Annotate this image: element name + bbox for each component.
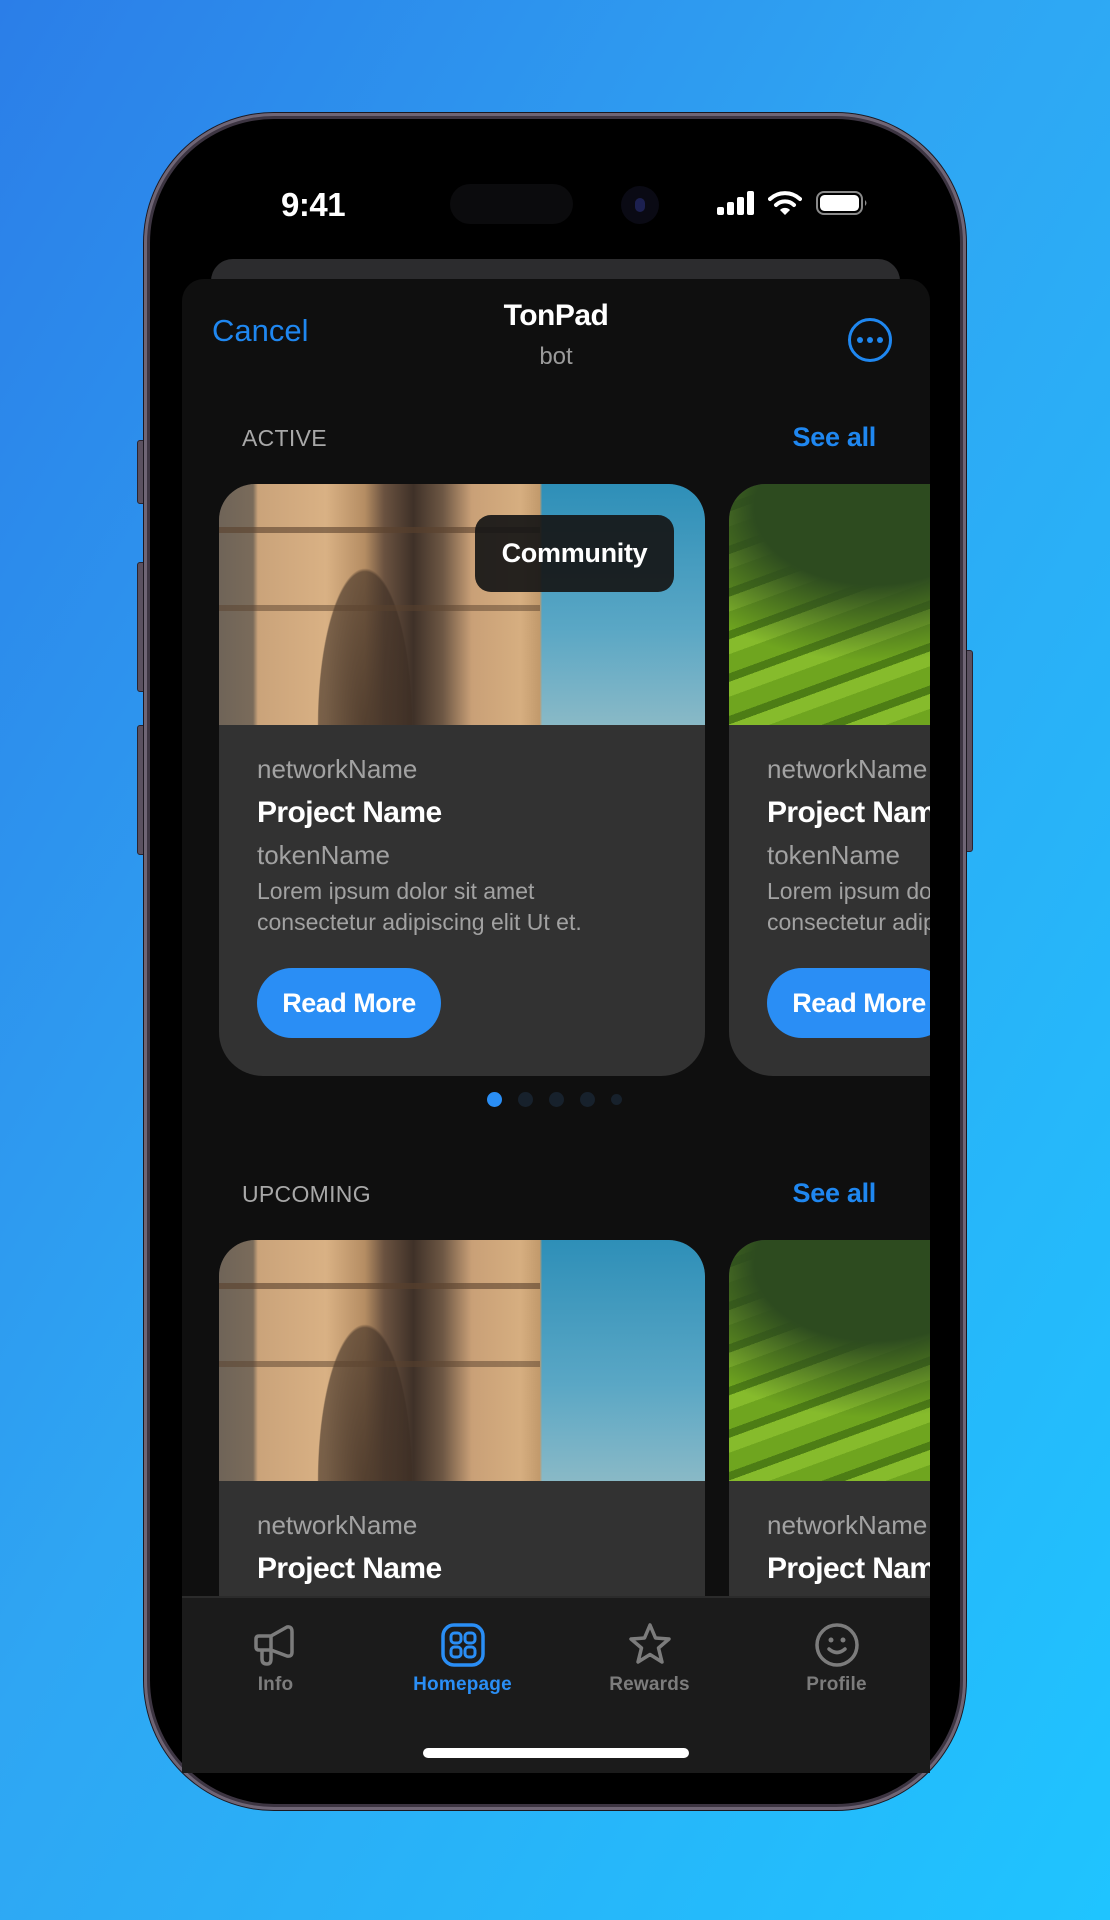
page-dot-2[interactable] (518, 1092, 533, 1107)
read-more-button[interactable]: Read More (257, 968, 441, 1038)
tab-homepage[interactable]: Homepage (369, 1598, 556, 1708)
tab-label: Homepage (413, 1674, 512, 1695)
project-name: Project Name (767, 796, 930, 829)
megaphone-icon (253, 1625, 294, 1666)
ellipsis-dot (877, 337, 883, 343)
network-name: networkName (257, 754, 418, 784)
project-card[interactable]: networkName Project Name tokenName Lorem… (729, 484, 930, 1076)
arc-de-triomphe-photo (219, 1240, 705, 1481)
project-name: Project Name (767, 1552, 930, 1585)
tab-label: Info (257, 1674, 294, 1695)
app-title: TonPad (503, 299, 609, 332)
network-name: networkName (767, 754, 928, 784)
description-line: Lorem ipsum dolor sit amet (767, 878, 930, 904)
camera-icon (621, 186, 659, 224)
see-all-upcoming-button[interactable]: See all (793, 1178, 877, 1209)
page-dot-1[interactable] (487, 1092, 502, 1107)
rice-terraces-photo (729, 484, 930, 725)
tab-rewards[interactable]: Rewards (556, 1598, 743, 1708)
page-dot-4[interactable] (580, 1092, 595, 1107)
tab-label: Rewards (609, 1674, 690, 1695)
tab-bar: Info Homepage Rewards Profile (182, 1596, 930, 1773)
smiley-icon (814, 1623, 859, 1667)
token-name: tokenName (767, 840, 900, 870)
page-indicator (487, 1092, 622, 1107)
project-name: Project Name (257, 796, 442, 829)
description-line: Lorem ipsum dolor sit amet (257, 878, 535, 904)
section-label-upcoming: UPCOMING (242, 1181, 371, 1207)
grid-icon (440, 1623, 485, 1667)
description-line: consectetur adipiscing elit Ut et. (257, 909, 582, 935)
project-description: Lorem ipsum dolor sit amet consectetur a… (257, 876, 685, 938)
page-dot-3[interactable] (549, 1092, 564, 1107)
status-time: 9:41 (281, 186, 346, 223)
home-indicator[interactable] (423, 1748, 689, 1758)
ellipsis-dot (867, 337, 873, 343)
network-name: networkName (257, 1510, 418, 1540)
app-subtitle: bot (539, 343, 573, 370)
category-badge: Community (475, 515, 674, 592)
tab-label: Profile (806, 1674, 867, 1695)
cellular-signal-icon (717, 191, 754, 215)
token-name: tokenName (257, 840, 390, 870)
dynamic-island (450, 184, 573, 224)
see-all-active-button[interactable]: See all (793, 422, 877, 453)
read-more-button[interactable]: Read More (767, 968, 930, 1038)
tab-profile[interactable]: Profile (743, 1598, 930, 1708)
project-description: Lorem ipsum dolor sit amet consectetur a… (767, 876, 930, 938)
battery-icon (816, 191, 867, 215)
more-options-button[interactable] (848, 318, 892, 362)
ellipsis-dot (857, 337, 863, 343)
star-icon (628, 1623, 671, 1664)
tab-info[interactable]: Info (182, 1598, 369, 1708)
network-name: networkName (767, 1510, 928, 1540)
page-dot-5[interactable] (611, 1094, 622, 1105)
section-label-active: ACTIVE (242, 425, 327, 451)
description-line: consectetur adipiscing elit Ut et. (767, 909, 930, 935)
mini-app-sheet: Cancel TonPad bot ACTIVE See all Communi… (182, 279, 930, 1773)
wifi-icon (768, 191, 802, 215)
project-name: Project Name (257, 1552, 442, 1585)
rice-terraces-photo (729, 1240, 930, 1481)
status-icons (716, 191, 868, 215)
project-card[interactable]: Community networkName Project Name token… (219, 484, 705, 1076)
